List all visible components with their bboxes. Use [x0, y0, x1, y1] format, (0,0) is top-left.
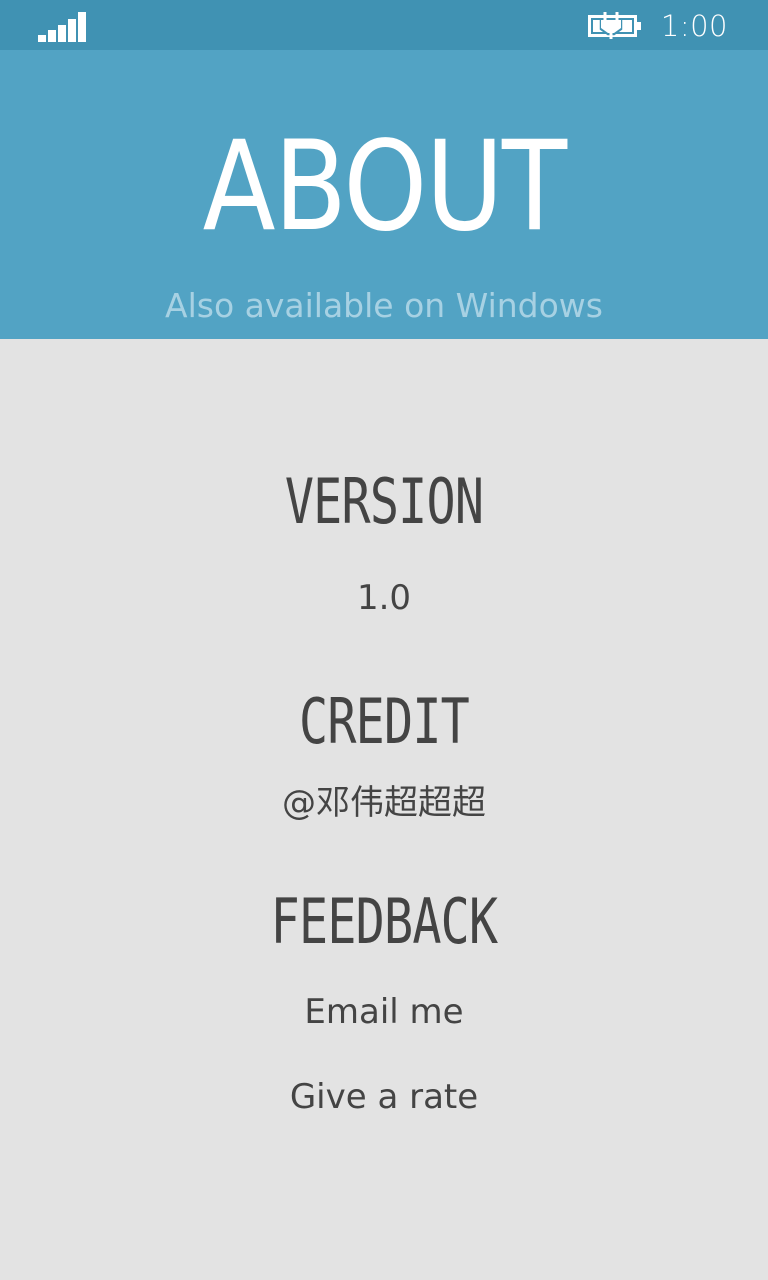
page-title: ABOUT [202, 115, 567, 259]
page-subtitle: Also available on Windows [165, 286, 603, 325]
about-content: VERSION 1.0 CREDIT @邓伟超超超 FEEDBACK Email… [0, 339, 768, 1280]
status-clock: 1:00 [660, 9, 728, 43]
version-value: 1.0 [356, 578, 412, 618]
give-a-rate-link[interactable]: Give a rate [0, 1076, 768, 1118]
status-bar: 1:00 [0, 0, 768, 50]
credit-heading: CREDIT [298, 685, 470, 758]
page-header: ABOUT Also available on Windows [0, 50, 768, 339]
signal-strength-icon [38, 12, 86, 42]
feedback-heading: FEEDBACK [270, 887, 498, 957]
feedback-heading-container: FEEDBACK [270, 887, 498, 957]
battery-charging-icon [588, 12, 641, 39]
credit-value: @邓伟超超超 [282, 783, 486, 823]
version-heading: VERSION [284, 465, 484, 538]
email-me-link[interactable]: Email me [0, 991, 768, 1033]
